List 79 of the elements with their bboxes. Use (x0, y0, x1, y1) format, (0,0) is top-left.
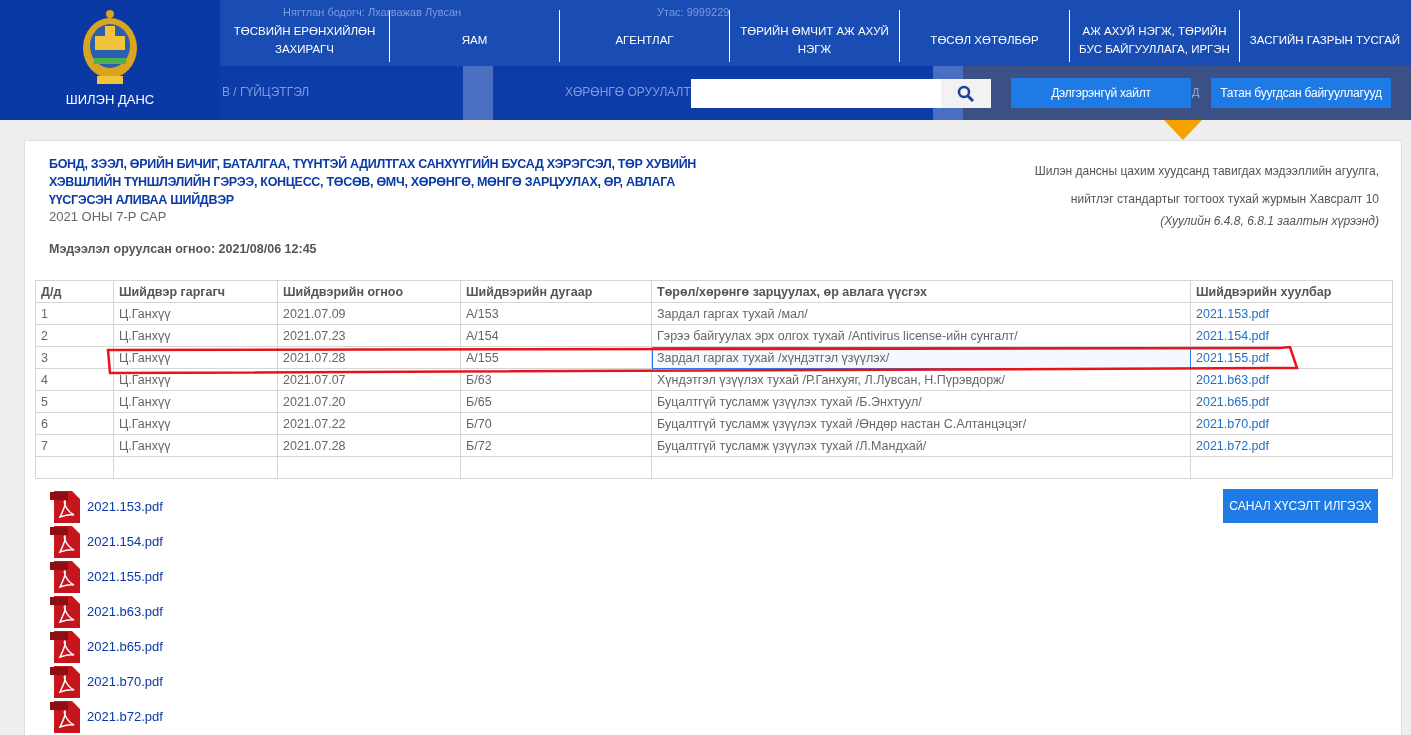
column-header: Төрөл/хөрөнгө зарцуулах, өр авлага үүсгэх (651, 280, 1191, 303)
advanced-search-button[interactable]: Дэлгэрэнгүй хайлт (1011, 78, 1191, 108)
nav-link[interactable]: ТӨРИЙН ӨМЧИТ АЖ АХУЙ НЭГЖ (730, 22, 899, 58)
table-cell: 2021.07.09 (277, 302, 461, 325)
nav-link[interactable]: ЯАМ (457, 22, 492, 58)
legal-note: нийтлэг стандартыг тогтоох тухай журмын Хавсралт 10 (1069, 191, 1379, 208)
pdf-file-icon (50, 628, 82, 665)
file-link[interactable]: 2021.b72.pdf (87, 709, 163, 724)
table-cell: Ц.Ганхүү (113, 434, 278, 457)
site-title: ШИЛЭН ДАНС (65, 92, 155, 107)
pdf-file-icon (50, 663, 82, 700)
table-cell: 7 (35, 434, 114, 457)
pdf-file-icon (50, 593, 82, 630)
table-cell: Ц.Ганхүү (113, 390, 278, 413)
period-text: 2021 ОНЫ 7-Р САР (49, 209, 168, 224)
table-cell: Ц.Ганхүү (113, 346, 278, 369)
faded-header-text: Д (1192, 86, 1200, 99)
table-cell: 2021.07.23 (277, 324, 461, 347)
dissolved-organizations-button[interactable]: Татан буугдсан байгууллагууд (1211, 78, 1391, 108)
document-title: БОНД, ЗЭЭЛ, ӨРИЙН БИЧИГ, БАТАЛГАА, ТҮҮНТЭЙ АДИЛТГАХ САНХҮҮГИЙН БУСАД ХЭРЭГСЭЛ, ТӨР ХУВИЙН ХЭВШЛИЙН ТҮНШЛЭЛИЙН ГЭРЭЭ, КОНЦЕСС, ТӨСӨВ, ӨМЧ, ХӨРӨНГӨ, МӨНГӨ ЗАРЦУУЛАХ, ӨР, АВЛАГА ҮҮСГЭСЭН АЛИВАА ШИЙДВЭР (49, 155, 698, 209)
faded-header-text: В / ГҮЙЦЭТГЭЛ (222, 86, 310, 99)
table-cell: А/154 (460, 324, 652, 347)
search-icon (957, 84, 975, 103)
upload-date-text: Мэдээлэл оруулсан огноо: 2021/08/06 12:45 (49, 242, 318, 256)
table-cell: Ц.Ганхүү (113, 368, 278, 391)
table-cell: 2021.07.28 (277, 346, 461, 369)
faded-header-text: ХӨРӨНГӨ ОРУУЛАЛТ (565, 86, 691, 99)
nav-link[interactable]: ТӨСӨЛ ХӨТӨЛБӨР (926, 22, 1043, 58)
logo-panel[interactable]: ШИЛЭН ДАНС (0, 0, 220, 120)
nav-link[interactable]: АГЕНТЛАГ (611, 22, 678, 58)
search-button[interactable] (941, 79, 991, 108)
subnav-separator-block (463, 66, 493, 120)
pdf-file-icon (50, 523, 82, 560)
table-cell: Б/70 (460, 412, 652, 435)
table-cell: 5 (35, 390, 114, 413)
file-link[interactable]: 2021.153.pdf (87, 499, 163, 514)
column-header: Шийдвэрийн хуулбар (1190, 280, 1393, 303)
feedback-button[interactable]: САНАЛ ХҮСЭЛТ ИЛГЭЭХ (1223, 489, 1378, 523)
table-cell: Ц.Ганхүү (113, 324, 278, 347)
faded-header-text: Утас: 9999229 (657, 6, 730, 19)
table-cell: Зардал гаргах тухай /мал/ (651, 302, 1191, 325)
file-link[interactable]: 2021.b65.pdf (87, 639, 163, 654)
table-cell: Гэрээ байгуулах эрх олгох тухай /Antivirus license-ийн сунгалт/ (651, 324, 1191, 347)
legal-reference: (Хуулийн 6.4.8, 6.8.1 заалтын хүрээнд) (1159, 213, 1379, 229)
file-link[interactable]: 2021.154.pdf (87, 534, 163, 549)
table-cell: 2021.07.22 (277, 412, 461, 435)
pdf-file-icon (50, 558, 82, 595)
table-cell: Б/65 (460, 390, 652, 413)
file-link[interactable]: 2021.b70.pdf (87, 674, 163, 689)
table-cell: 2 (35, 324, 114, 347)
table-cell: 3 (35, 346, 114, 369)
table-cell: 6 (35, 412, 114, 435)
column-header: Шийдвэр гаргагч (113, 280, 278, 303)
table-cell: Ц.Ганхүү (113, 302, 278, 325)
table-cell: Б/72 (460, 434, 652, 457)
file-link[interactable]: 2021.155.pdf (87, 569, 163, 584)
pointer-arrow-icon (1164, 120, 1202, 140)
file-link[interactable]: 2021.b63.pdf (87, 604, 163, 619)
table-cell: 2021.07.07 (277, 368, 461, 391)
column-header: Шийдвэрийн огноо (277, 280, 461, 303)
legal-note: Шилэн дансны цахим хуудсанд тавигдах мэдээллийн агуулга, (1034, 163, 1379, 180)
table-cell: 4 (35, 368, 114, 391)
search-field[interactable] (691, 79, 941, 108)
table-cell: Буцалтгүй тусламж үзүүлэх тухай /Б.Энхтуул/ (651, 390, 1191, 413)
column-header: Д/д (35, 280, 114, 303)
nav-link[interactable]: ТӨСВИЙН ЕРӨНХИЙЛӨН ЗАХИРАГЧ (220, 22, 389, 58)
nav-link[interactable]: ЗАСГИЙН ГАЗРЫН ТУСГАЙ (1245, 22, 1405, 58)
table-cell: А/155 (460, 346, 652, 369)
column-header: Шийдвэрийн дугаар (460, 280, 652, 303)
table-cell: 2021.07.28 (277, 434, 461, 457)
table-cell: А/153 (460, 302, 652, 325)
pdf-file-icon (50, 488, 82, 525)
table-cell: Ц.Ганхүү (113, 412, 278, 435)
table-cell: 2021.07.20 (277, 390, 461, 413)
faded-header-text: Нягтлан бодогч: Лхагважав Лувсан (283, 6, 462, 19)
nav-link[interactable]: АЖ АХУЙ НЭГЖ, ТӨРИЙН БУС БАЙГУУЛЛАГА, ИРГЭН (1070, 22, 1239, 58)
table-cell: Буцалтгүй тусламж үзүүлэх тухай /Өндөр настан С.Алтанцэцэг/ (651, 412, 1191, 435)
table-cell: 1 (35, 302, 114, 325)
table-cell: Буцалтгүй тусламж үзүүлэх тухай /Л.Мандхай/ (651, 434, 1191, 457)
